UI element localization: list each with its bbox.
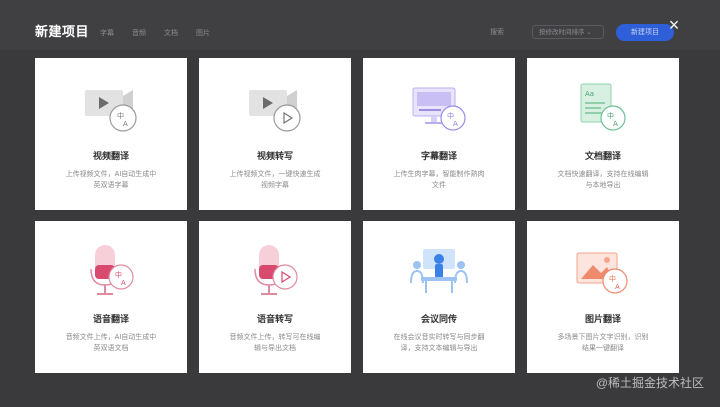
card-title: 会议同传 <box>420 314 457 324</box>
voice-transcribe-icon <box>254 245 298 295</box>
svg-text:中: 中 <box>117 111 124 120</box>
svg-text:A: A <box>123 120 128 128</box>
card-video-transcribe[interactable]: 视频转写 上传视频文件，一键快速生成视频字幕 <box>199 58 351 210</box>
document-translate-icon: Aa 中 A <box>580 83 626 131</box>
video-transcribe-icon <box>249 90 301 132</box>
svg-text:A: A <box>615 283 620 291</box>
svg-text:中: 中 <box>447 111 454 120</box>
card-title: 视频翻译 <box>92 151 129 161</box>
dialog-title: 新建项目 <box>35 24 90 39</box>
card-meeting-interpret[interactable]: 会议同传 在线会议音实时转写与同步翻译，支持文本编辑与导出 <box>363 221 515 373</box>
watermark: @稀土掘金技术社区 <box>595 376 704 390</box>
card-title: 文档翻译 <box>584 151 621 161</box>
image-translate-icon: 中 A <box>576 252 628 294</box>
card-description: 多场景下图片文字识别，识别结果一键翻译 <box>557 334 649 352</box>
card-title: 语音翻译 <box>92 314 129 324</box>
card-document-translate[interactable]: Aa 中 A 文档翻译 文档快速翻译，支持在线编辑与本地导出 <box>527 58 679 210</box>
svg-text:A: A <box>613 120 618 128</box>
background-toolbar <box>0 0 720 50</box>
card-description: 文档快速翻译，支持在线编辑与本地导出 <box>557 171 649 189</box>
card-image-translate[interactable]: 中 A 图片翻译 多场景下图片文字识别，识别结果一键翻译 <box>527 221 679 373</box>
card-description: 音频文件上传，转写可在线编辑与导出文档 <box>229 334 321 352</box>
svg-text:Aa: Aa <box>585 90 594 98</box>
svg-text:中: 中 <box>115 270 122 279</box>
card-title: 视频转写 <box>256 151 293 161</box>
card-description: 上传视频文件，AI自动生成中英双语字幕 <box>65 171 157 189</box>
background-tab: 文档 <box>164 30 178 37</box>
card-subtitle-translate[interactable]: 中 A 字幕翻译 上传生肉字幕，智能制作熟肉文件 <box>363 58 515 210</box>
card-description: 在线会议音实时转写与同步翻译，支持文本编辑与导出 <box>393 334 485 352</box>
background-tab: 字幕 <box>100 30 114 37</box>
card-voice-transcribe[interactable]: 语音转写 音频文件上传，转写可在线编辑与导出文档 <box>199 221 351 373</box>
card-description: 上传视频文件，一键快速生成视频字幕 <box>229 171 321 189</box>
card-voice-translate[interactable]: 中 A 语音翻译 音频文件上传，AI自动生成中英双语文档 <box>35 221 187 373</box>
voice-translate-icon: 中 A <box>90 245 134 295</box>
card-title: 字幕翻译 <box>420 151 457 161</box>
card-title: 语音转写 <box>256 314 293 324</box>
svg-text:A: A <box>453 120 458 128</box>
svg-text:中: 中 <box>609 274 616 283</box>
svg-text:中: 中 <box>607 111 614 120</box>
subtitle-translate-icon: 中 A <box>412 87 466 131</box>
background-tab: 图片 <box>196 30 210 37</box>
project-type-grid: 中 A 视频翻译 上传视频文件，AI自动生成中英双语字幕 视频转写 上传视频文件… <box>35 58 679 373</box>
background-search: 搜索 <box>490 29 504 36</box>
close-icon[interactable]: × <box>664 15 684 35</box>
card-video-translate[interactable]: 中 A 视频翻译 上传视频文件，AI自动生成中英双语字幕 <box>35 58 187 210</box>
background-tabs: 字幕 音频 文档 图片 <box>100 28 210 38</box>
card-title: 图片翻译 <box>584 314 621 324</box>
svg-text:A: A <box>121 279 126 287</box>
background-sort-select: 按修改时间排序 ⌄ <box>532 25 604 39</box>
card-description: 音频文件上传，AI自动生成中英双语文档 <box>65 334 157 352</box>
meeting-interpret-icon <box>410 249 468 293</box>
video-translate-icon: 中 A <box>85 90 137 132</box>
background-tab: 音频 <box>132 30 146 37</box>
card-description: 上传生肉字幕，智能制作熟肉文件 <box>393 171 485 189</box>
